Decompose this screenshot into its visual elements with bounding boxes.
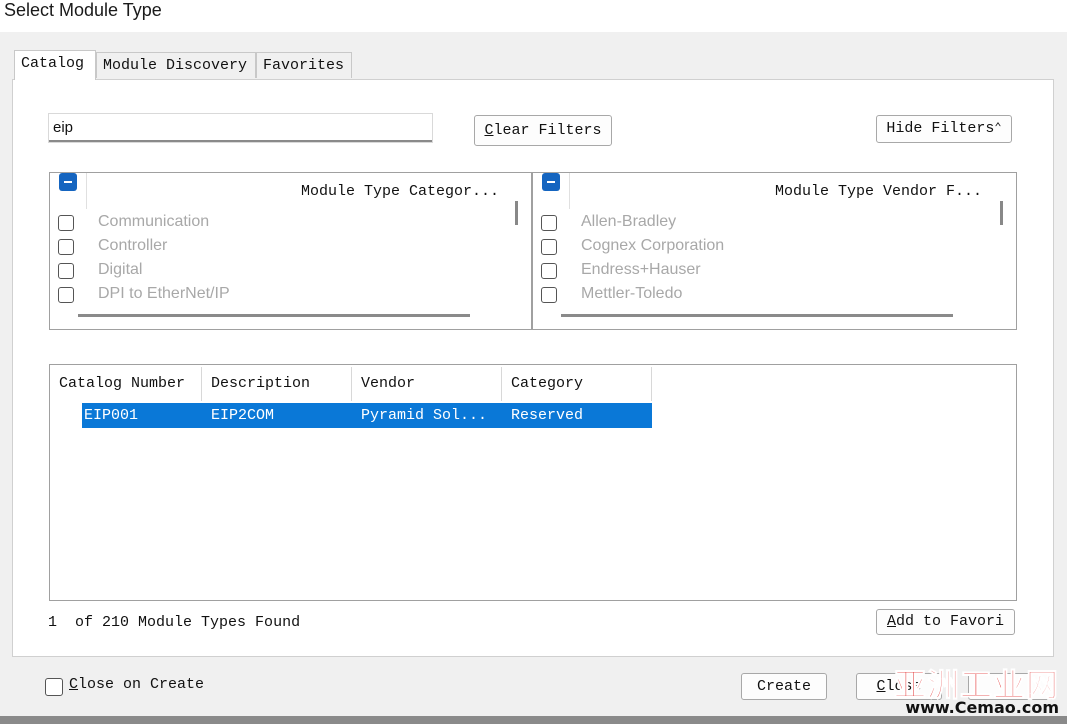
header-divider	[86, 173, 87, 209]
watermark-logo: 亚洲工业网 www.Cemao.com	[884, 660, 1067, 724]
hide-filters-label: Hide Filters	[886, 120, 995, 137]
tab-favorites[interactable]: Favorites	[256, 52, 352, 78]
column-header-category[interactable]: Category	[502, 367, 652, 401]
results-table[interactable]: Catalog Number Description Vendor Catego…	[49, 364, 1017, 601]
cell-vendor: Pyramid Sol...	[361, 407, 488, 424]
close-on-create-checkbox[interactable]	[45, 678, 63, 696]
horizontal-scrollbar[interactable]	[561, 314, 953, 317]
close-on-create-label[interactable]: Close on Create	[69, 676, 204, 693]
checkbox[interactable]	[541, 239, 557, 255]
results-count: 1	[48, 614, 58, 631]
cell-description: EIP2COM	[211, 407, 275, 424]
add-to-favorites-button[interactable]: Add to Favori	[876, 609, 1015, 635]
vertical-scrollbar[interactable]	[1000, 201, 1003, 225]
results-status: 1 of 210 Module Types Found	[48, 614, 300, 631]
cell-category: Reserved	[511, 407, 584, 424]
table-row[interactable]: EIP001 EIP2COM Pyramid Sol... Reserved	[82, 403, 652, 428]
create-button[interactable]: Create	[741, 673, 827, 700]
category-filter-list[interactable]: Module Type Categor... Communication Con…	[49, 172, 532, 330]
checkbox[interactable]	[541, 215, 557, 231]
checkbox[interactable]	[58, 215, 74, 231]
category-filter-header: Module Type Categor...	[300, 183, 499, 200]
double-chevron-up-icon: ⌃	[994, 121, 1002, 135]
tab-module-discovery[interactable]: Module Discovery	[96, 52, 256, 78]
checkbox[interactable]	[58, 287, 74, 303]
column-header-description[interactable]: Description	[202, 367, 352, 401]
checkbox[interactable]	[541, 263, 557, 279]
vertical-scrollbar[interactable]	[515, 201, 518, 225]
hide-filters-button[interactable]: Hide Filters⌃	[876, 115, 1012, 143]
title-bar: Select Module Type	[0, 0, 1067, 30]
tab-catalog[interactable]: Catalog	[14, 50, 96, 80]
cell-catalog-number: EIP001	[84, 407, 139, 424]
minus-icon[interactable]	[59, 173, 77, 191]
vendor-filter-list[interactable]: Module Type Vendor F... Allen-Bradley Co…	[532, 172, 1017, 330]
column-header-vendor[interactable]: Vendor	[352, 367, 502, 401]
search-input[interactable]	[49, 114, 432, 142]
checkbox[interactable]	[541, 287, 557, 303]
vendor-filter-header: Module Type Vendor F...	[774, 183, 982, 200]
column-header-catalog-number[interactable]: Catalog Number	[50, 367, 202, 401]
header-divider	[569, 173, 570, 209]
clear-filters-button[interactable]: Clear Filters	[474, 115, 612, 146]
results-status-text: of 210 Module Types Found	[75, 614, 301, 631]
window-title: Select Module Type	[4, 0, 162, 20]
checkbox[interactable]	[58, 239, 74, 255]
checkbox[interactable]	[58, 263, 74, 279]
watermark-url: www.Cemao.com	[905, 698, 1059, 717]
minus-icon[interactable]	[542, 173, 560, 191]
horizontal-scrollbar[interactable]	[78, 314, 470, 317]
